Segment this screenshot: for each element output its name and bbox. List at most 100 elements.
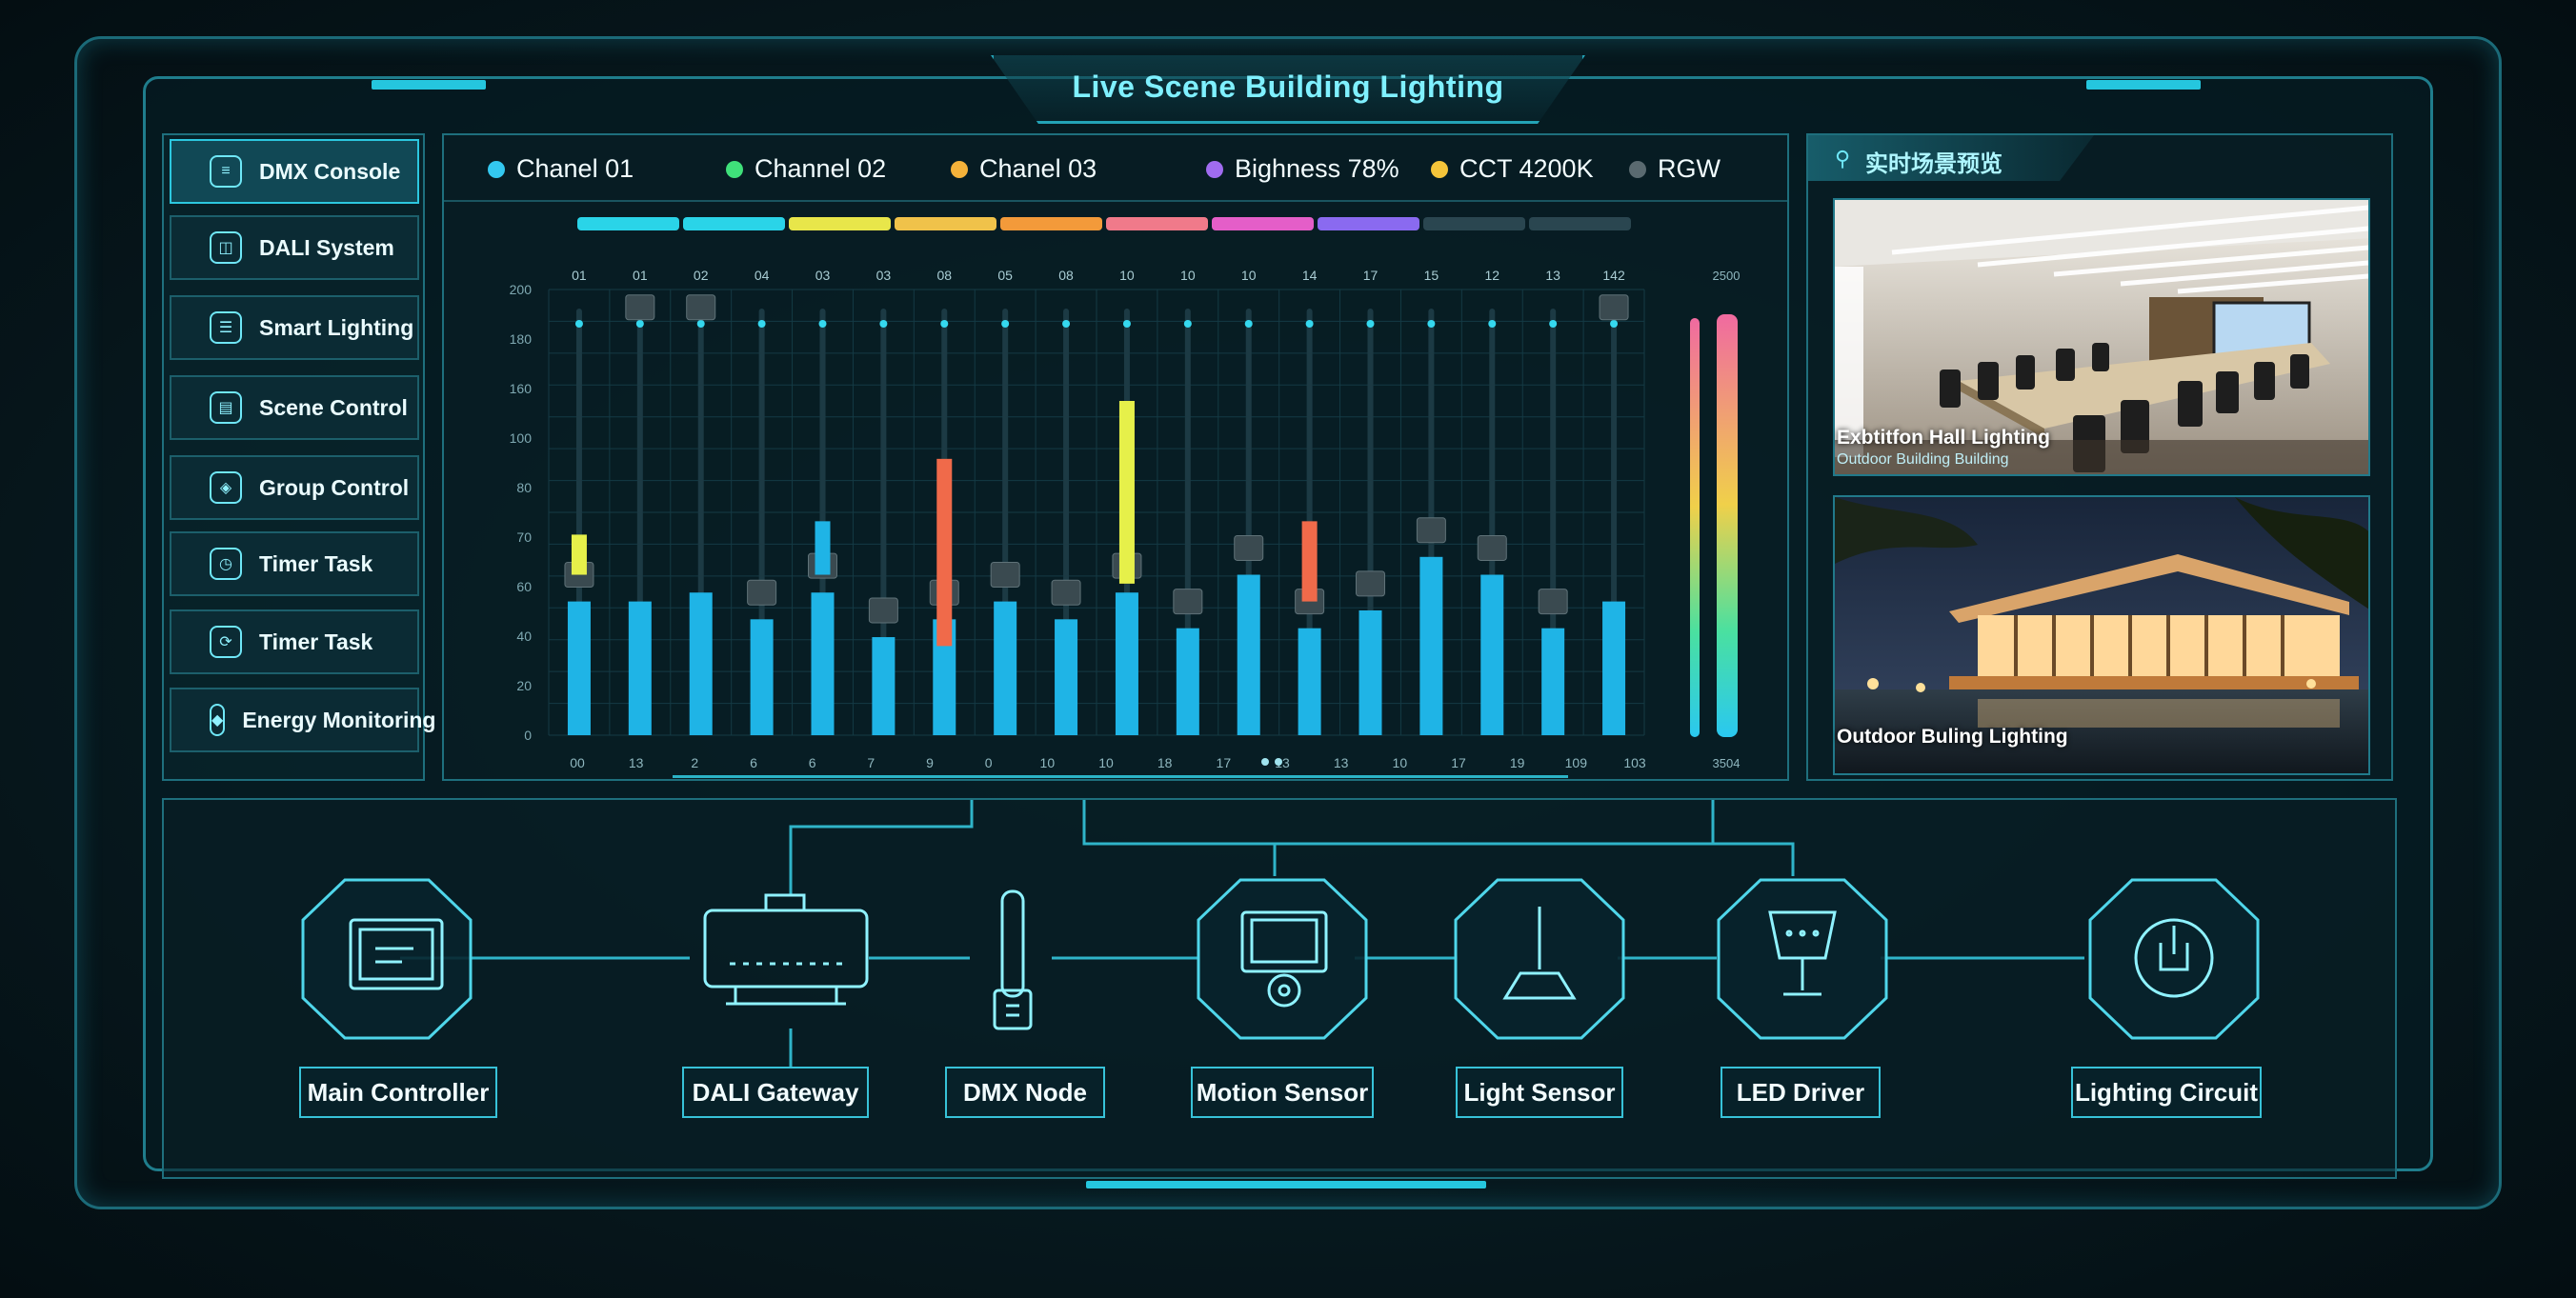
channel-number-label: 02 — [694, 268, 709, 283]
color-strip-segment — [1318, 217, 1419, 230]
x-tick-label: 2 — [691, 755, 698, 770]
header-accent-left — [372, 80, 486, 90]
fader-top-led — [696, 320, 705, 328]
sidebar-item-smart-lighting[interactable]: ☰ Smart Lighting — [170, 295, 419, 360]
channel-02-indicator[interactable]: Channel 02 — [726, 154, 886, 184]
x-tick-label: 10 — [1098, 755, 1114, 770]
right-scale-label: 2500 — [1713, 269, 1741, 283]
fader-top-led — [1183, 320, 1192, 328]
channel-bar — [689, 592, 713, 735]
channel-highlight-bar — [571, 534, 587, 575]
fader-knob — [686, 294, 716, 321]
channel-number-label: 01 — [633, 268, 648, 283]
fader-knob — [990, 562, 1020, 589]
channel-bar — [872, 637, 896, 735]
status-dot-icon — [726, 160, 743, 178]
x-tick-label: 109 — [1565, 755, 1588, 770]
gateway-icon — [703, 893, 869, 1006]
color-strip-segment — [1529, 217, 1631, 230]
sidebar-item-label: Timer Task — [259, 629, 373, 654]
channel-bar — [1115, 592, 1138, 735]
fader-knob — [625, 294, 655, 321]
channel-label: Chanel 01 — [516, 154, 634, 183]
channel-highlight-bar — [1118, 401, 1135, 584]
channel-bar — [994, 601, 1017, 735]
color-strip-segment — [1212, 217, 1314, 230]
sidebar-item-timer-task[interactable]: ◷ Timer Task — [170, 531, 419, 596]
clock-icon: ⟳ — [210, 626, 242, 658]
page-dot-icon[interactable] — [1275, 758, 1282, 766]
sidebar-item-timer-task-2[interactable]: ⟳ Timer Task — [170, 609, 419, 674]
channel-bar — [628, 601, 652, 735]
fader-top-led — [1427, 320, 1436, 328]
fader-knob — [1356, 570, 1385, 597]
channel-01-indicator[interactable]: Chanel 01 — [488, 154, 634, 184]
sidebar-item-label: Scene Control — [259, 394, 408, 420]
channel-bar — [1298, 628, 1321, 735]
y-tick-label: 70 — [516, 529, 532, 545]
status-dot-icon — [951, 160, 968, 178]
y-tick-label: 180 — [510, 331, 533, 347]
horizontal-scrollbar — [673, 775, 1568, 778]
brightness-label: Bighness 78% — [1235, 154, 1399, 183]
fader-knob — [1477, 534, 1507, 561]
channel-number-label: 03 — [815, 268, 831, 283]
x-tick-label: 17 — [1217, 755, 1232, 770]
page-dot-icon[interactable] — [1261, 758, 1269, 766]
mode-indicator[interactable]: RGW — [1629, 154, 1721, 184]
channel-label: Channel 02 — [755, 154, 887, 183]
topology-lines — [301, 800, 2260, 1067]
dali-gateway-label[interactable]: DALI Gateway — [682, 1067, 869, 1118]
color-strip-segment — [1106, 217, 1208, 230]
fader-top-led — [940, 320, 949, 328]
sidebar-item-group-control[interactable]: ◈ Group Control — [170, 455, 419, 520]
color-strip-segment — [683, 217, 785, 230]
fader-knob — [1538, 589, 1568, 615]
sidebar-item-scene-control[interactable]: ▤ Scene Control — [170, 375, 419, 440]
mode-icon — [1629, 160, 1646, 178]
main-controller-label[interactable]: Main Controller — [299, 1067, 497, 1118]
x-tick-label: 17 — [1451, 755, 1466, 770]
channel-number-label: 12 — [1484, 268, 1499, 283]
cct-indicator[interactable]: CCT 4200K — [1431, 154, 1594, 184]
sidebar: ≡ DMX Console ◫ DALI System ☰ Smart Ligh… — [162, 133, 435, 781]
led-driver-label[interactable]: LED Driver — [1721, 1067, 1881, 1118]
dmx-node-label[interactable]: DMX Node — [945, 1067, 1105, 1118]
light-sensor-label[interactable]: Light Sensor — [1456, 1067, 1623, 1118]
fader-knob — [1051, 579, 1081, 606]
channel-03-indicator[interactable]: Chanel 03 — [951, 154, 1097, 184]
sidebar-item-label: Energy Monitoring — [242, 707, 436, 732]
fader-top-led — [879, 320, 888, 328]
fader-top-led — [1122, 320, 1131, 328]
energy-icon: ◆ — [210, 704, 226, 736]
brightness-indicator[interactable]: Bighness 78% — [1206, 154, 1399, 184]
channel-highlight-bar — [936, 458, 953, 647]
pagination-dots[interactable] — [1261, 758, 1282, 766]
sidebar-item-energy-monitoring[interactable]: ◆ Energy Monitoring — [170, 688, 435, 752]
color-strip-segment — [789, 217, 891, 230]
sidebar-item-dali-system[interactable]: ◫ DALI System — [170, 215, 419, 280]
dmx-chart: 0204060708010016018020001 01 02 04 03 03 08 05 0… — [510, 217, 1741, 778]
device-topology-panel: Main Controller DALI Gateway DMX Node Mo… — [162, 798, 2397, 1179]
channel-header: Chanel 01 Channel 02 Chanel 03 Bighness … — [444, 135, 1787, 202]
color-strip-segment — [1000, 217, 1102, 230]
footer-accent — [1086, 1181, 1486, 1188]
fader-knob — [1599, 294, 1629, 321]
fader-knob — [1234, 534, 1264, 561]
channel-highlight-bar — [815, 521, 831, 575]
smart-bulb-icon: ☰ — [210, 311, 242, 344]
fader-top-led — [1305, 320, 1314, 328]
dmx-node-icon — [993, 889, 1033, 1030]
lighting-circuit-label[interactable]: Lighting Circuit — [2071, 1067, 2262, 1118]
timer-icon: ◷ — [210, 548, 242, 580]
motion-sensor-label[interactable]: Motion Sensor — [1191, 1067, 1374, 1118]
y-tick-label: 40 — [516, 629, 532, 644]
right-scale-label: 3504 — [1713, 756, 1741, 770]
channel-bar — [750, 619, 774, 735]
sidebar-item-label: Group Control — [259, 474, 410, 500]
fader-top-led — [635, 320, 644, 328]
channel-number-label: 03 — [876, 268, 892, 283]
brightness-icon — [1206, 160, 1223, 178]
channel-number-label: 01 — [572, 268, 587, 283]
sidebar-item-dmx-console[interactable]: ≡ DMX Console — [170, 139, 419, 204]
